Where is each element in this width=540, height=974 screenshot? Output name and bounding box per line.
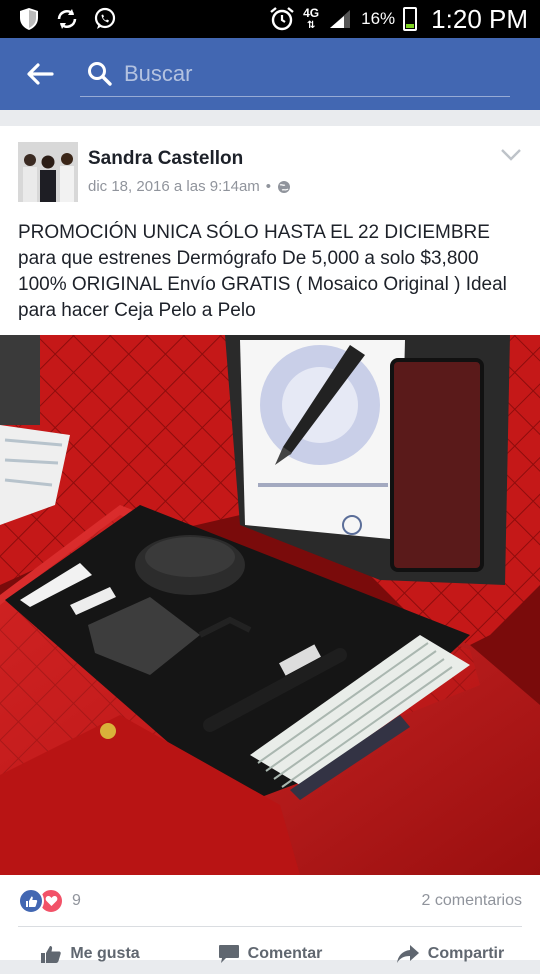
divider <box>18 926 522 927</box>
post-options-chevron-icon[interactable] <box>500 148 522 162</box>
back-button[interactable] <box>0 38 80 110</box>
globe-icon <box>278 180 291 193</box>
post-actions: Me gusta Comentar Compartir <box>0 934 540 974</box>
like-reaction-icon <box>18 888 44 914</box>
sync-icon <box>54 6 80 32</box>
whatsapp-icon <box>92 6 118 32</box>
alarm-icon <box>269 6 295 32</box>
search-icon <box>88 61 112 86</box>
comment-label: Comentar <box>247 945 323 962</box>
comments-count-link[interactable]: 2 comentarios <box>422 892 523 910</box>
battery-percent: 16% <box>361 9 396 28</box>
post-meta: dic 18, 2016 a las 9:14am • <box>88 178 291 195</box>
author-name[interactable]: Sandra Castellon <box>88 148 243 170</box>
post-timestamp[interactable]: dic 18, 2016 a las 9:14am <box>88 178 260 195</box>
reaction-count: 9 <box>72 892 81 909</box>
share-button[interactable]: Compartir <box>360 934 540 974</box>
avatar[interactable] <box>18 142 78 202</box>
like-button[interactable]: Me gusta <box>0 934 180 974</box>
search-bar[interactable] <box>80 52 510 97</box>
thumbs-up-icon <box>41 946 62 963</box>
post-card: Sandra Castellon dic 18, 2016 a las 9:14… <box>0 126 540 963</box>
meta-separator: • <box>265 178 272 195</box>
post-text: PROMOCIÓN UNICA SÓLO HASTA EL 22 DICIEMB… <box>18 222 507 321</box>
clock: 1:20 PM <box>431 3 528 34</box>
back-arrow-icon <box>27 63 54 85</box>
battery-icon <box>403 7 418 31</box>
app-bar <box>0 38 540 110</box>
comment-icon <box>218 945 239 963</box>
network-indicator: 4G ⇅ <box>303 5 320 31</box>
shield-icon <box>16 6 42 32</box>
share-arrow-icon <box>396 945 419 963</box>
post-header: Sandra Castellon dic 18, 2016 a las 9:14… <box>18 142 528 204</box>
reactions-summary[interactable]: 9 <box>18 888 81 914</box>
post-photo[interactable] <box>0 335 540 875</box>
search-input[interactable] <box>122 59 506 88</box>
like-label: Me gusta <box>70 945 140 962</box>
signal-icon <box>327 6 353 32</box>
share-label: Compartir <box>427 945 505 962</box>
comment-button[interactable]: Comentar <box>180 934 360 974</box>
network-type: 4G <box>303 5 320 20</box>
status-bar: 4G ⇅ 16% 1:20 PM <box>0 0 540 38</box>
